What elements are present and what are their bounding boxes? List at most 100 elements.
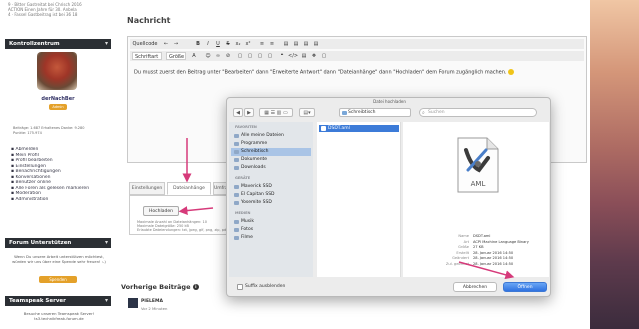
media-icon[interactable]: ▢ bbox=[246, 52, 254, 60]
image-icon[interactable]: ▢ bbox=[236, 52, 244, 60]
photos-icon bbox=[234, 228, 239, 232]
tab-umfrage[interactable]: Umfrage bbox=[213, 182, 227, 195]
hide-extension-label[interactable]: Suffix ausblenden bbox=[245, 284, 285, 290]
location-dropdown[interactable]: Schreibtisch bbox=[339, 108, 411, 117]
sidebar-item-downloads[interactable]: Downloads bbox=[231, 164, 311, 172]
sidebar-item-el-capitan[interactable]: El Capitan SSD bbox=[231, 191, 311, 199]
meta-value: 28. Januar 2016 14:50 bbox=[473, 261, 514, 266]
post-author-avatar[interactable] bbox=[128, 298, 138, 308]
top-info-line: 4 · Fassel Gastbeitrag ist bei 36 18 bbox=[8, 12, 78, 17]
text-color-icon[interactable]: A bbox=[190, 52, 198, 60]
view-mode-buttons[interactable]: ▦ ☰ ▥ ▭ bbox=[259, 108, 293, 117]
quote-icon[interactable]: ❝ bbox=[278, 52, 286, 60]
editor-toolbar-row1: Quellcode ← → B I U S x₂ x² ≡ ≡ ▤ ▤ ▤ ▤ bbox=[130, 39, 584, 49]
sidebar-item-label: Yosemite SSD bbox=[241, 200, 272, 205]
kontrollzentrum-header[interactable]: Kontrollzentrum ▾ bbox=[5, 39, 111, 49]
downloads-icon bbox=[234, 166, 239, 170]
align-left-icon[interactable]: ▤ bbox=[282, 40, 290, 48]
sidebar-item-label: Maverick SSD bbox=[241, 184, 272, 189]
fullscreen-icon[interactable]: ▢ bbox=[320, 52, 328, 60]
menu-item-administration[interactable]: ▪ Administration bbox=[11, 197, 109, 203]
file-row-selected[interactable]: DSDT.aml bbox=[319, 125, 399, 132]
source-button[interactable]: Quellcode bbox=[132, 40, 158, 48]
search-input[interactable]: ⌕ Suchen bbox=[419, 108, 537, 117]
sidebar-item-label: El Capitan SSD bbox=[241, 192, 275, 197]
superscript-icon[interactable]: x² bbox=[244, 40, 252, 48]
italic-icon[interactable]: I bbox=[204, 40, 212, 48]
desktop-icon bbox=[234, 150, 239, 154]
post-author[interactable]: PIELEMA bbox=[141, 299, 163, 304]
attachment-icon[interactable]: ▢ bbox=[266, 52, 274, 60]
editor-body[interactable]: Du musst zuerst den Beitrag unter "Bearb… bbox=[134, 69, 584, 76]
file-type-label: AML bbox=[471, 180, 486, 188]
cancel-button[interactable]: Abbrechen bbox=[453, 282, 497, 292]
teamspeak-header[interactable]: Teamspeak Server ▾ bbox=[5, 296, 111, 306]
list-view-icon[interactable]: ☰ bbox=[271, 110, 275, 116]
sidebar-item-label: Musik bbox=[241, 219, 254, 224]
back-button[interactable]: ◀ bbox=[233, 108, 243, 117]
folder-icon bbox=[342, 111, 347, 115]
sidebar-item-yosemite[interactable]: Yosemite SSD bbox=[231, 199, 311, 207]
sidebar-item-fotos[interactable]: Fotos bbox=[231, 226, 311, 234]
donate-button[interactable]: Spenden bbox=[39, 276, 77, 283]
chevron-down-icon[interactable]: ▾ bbox=[105, 296, 108, 306]
arrange-button[interactable]: ▤▾ bbox=[299, 108, 315, 117]
chevron-down-icon[interactable]: ▾ bbox=[105, 39, 108, 49]
redo-icon[interactable]: → bbox=[172, 40, 180, 48]
arrange-icon: ▤▾ bbox=[303, 110, 311, 116]
subscript-icon[interactable]: x₂ bbox=[234, 40, 242, 48]
smiley-icon bbox=[508, 69, 515, 75]
forum-support-header[interactable]: Forum Unterstützen ▾ bbox=[5, 238, 111, 248]
unlink-icon[interactable]: ⊘ bbox=[224, 52, 232, 60]
bold-icon[interactable]: B bbox=[194, 40, 202, 48]
font-family-select[interactable]: Schriftart bbox=[132, 52, 162, 60]
avatar[interactable] bbox=[37, 52, 77, 90]
username[interactable]: derNachBer bbox=[5, 96, 111, 102]
desktop-wallpaper bbox=[590, 0, 639, 329]
sidebar-item-programme[interactable]: Programme bbox=[231, 140, 311, 148]
sidebar-item-alle-dateien[interactable]: Alle meine Dateien bbox=[231, 132, 311, 140]
code-icon[interactable]: </> bbox=[288, 52, 298, 60]
table-icon[interactable]: ▢ bbox=[256, 52, 264, 60]
undo-icon[interactable]: ← bbox=[162, 40, 170, 48]
menu-label: Administration bbox=[15, 196, 49, 202]
sidebar-item-label: Fotos bbox=[241, 227, 254, 232]
spoiler-icon[interactable]: ▤ bbox=[300, 52, 308, 60]
icon-view-icon[interactable]: ▦ bbox=[264, 110, 269, 116]
strikethrough-icon[interactable]: S bbox=[224, 40, 232, 48]
sidebar-item-filme[interactable]: Filme bbox=[231, 234, 311, 242]
forward-button[interactable]: ▶ bbox=[244, 108, 254, 117]
editor-text: Du musst zuerst den Beitrag unter "Bearb… bbox=[134, 69, 507, 76]
underline-icon[interactable]: U bbox=[214, 40, 222, 48]
forum-sidebar: 9 · Bitter Gastreitat bei Chrisch 2016 A… bbox=[5, 0, 111, 329]
font-size-select[interactable]: Größe bbox=[166, 52, 186, 60]
rank-badge: Admin bbox=[49, 104, 67, 110]
hide-extension-checkbox[interactable] bbox=[237, 284, 243, 290]
sidebar-item-maverick[interactable]: Maverick SSD bbox=[231, 183, 311, 191]
list-icon[interactable]: ≡ bbox=[258, 40, 266, 48]
search-icon: ⌕ bbox=[422, 110, 425, 116]
align-center-icon[interactable]: ▤ bbox=[292, 40, 300, 48]
special-char-icon[interactable]: ❖ bbox=[310, 52, 318, 60]
link-icon[interactable]: ∞ bbox=[214, 52, 222, 60]
file-open-dialog: Datei hochladen ◀ ▶ ▦ ☰ ▥ ▭ ▤▾ Schreibti… bbox=[226, 97, 551, 297]
open-button[interactable]: Öffnen bbox=[503, 282, 547, 292]
tab-dateianhaenge[interactable]: Dateianhänge bbox=[167, 182, 211, 195]
meta-row: Zul. geöffnet 28. Januar 2016 14:50 bbox=[423, 262, 543, 268]
numbered-list-icon[interactable]: ≡ bbox=[268, 40, 276, 48]
sidebar-item-musik[interactable]: Musik bbox=[231, 218, 311, 226]
sidebar-item-schreibtisch[interactable]: Schreibtisch bbox=[231, 148, 311, 156]
menu-label: Alle Foren als gelesen markieren bbox=[15, 185, 90, 191]
justify-icon[interactable]: ▤ bbox=[312, 40, 320, 48]
info-icon[interactable]: i bbox=[192, 284, 199, 290]
gallery-view-icon[interactable]: ▭ bbox=[283, 110, 288, 116]
smiley-icon[interactable]: ☺ bbox=[204, 52, 212, 60]
file-list: DSDT.aml bbox=[317, 122, 401, 277]
chevron-down-icon[interactable]: ▾ bbox=[105, 238, 108, 248]
align-right-icon[interactable]: ▤ bbox=[302, 40, 310, 48]
upload-button[interactable]: Hochladen bbox=[143, 206, 179, 216]
tab-einstellungen[interactable]: Einstellungen bbox=[129, 182, 165, 195]
post-time: Vor 2 Minuten bbox=[141, 306, 168, 311]
sidebar-item-dokumente[interactable]: Dokumente bbox=[231, 156, 311, 164]
column-view-icon[interactable]: ▥ bbox=[277, 110, 282, 116]
